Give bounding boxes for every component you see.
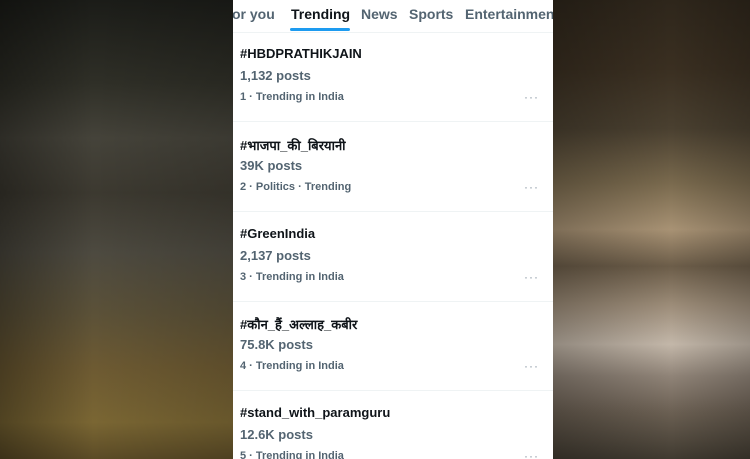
trend-post-count: 39K posts	[240, 158, 303, 173]
trend-post-count: 75.8K posts	[240, 337, 313, 352]
more-horizontal-icon[interactable]: ···	[524, 90, 539, 104]
trend-post-count: 1,132 posts	[240, 68, 311, 83]
trend-meta: 2 · Politics · Trending	[240, 181, 352, 193]
trend-meta: 1 · Trending in India	[240, 91, 344, 103]
trend-name: #GreenIndia	[240, 226, 316, 241]
trend-item[interactable]: #HBDPRATHIKJAIN 1,132 posts 1 · Trending…	[233, 32, 553, 122]
trend-meta: 4 · Trending in India	[240, 360, 344, 372]
trend-item[interactable]: #GreenIndia 2,137 posts 3 · Trending in …	[233, 212, 553, 302]
trend-item[interactable]: #stand_with_paramguru 12.6K posts 5 · Tr…	[233, 391, 553, 459]
explore-tabs: or you Trending News Sports Entertainmen…	[233, 0, 553, 33]
blurred-background-right	[553, 0, 750, 459]
trend-meta: 3 · Trending in India	[240, 271, 344, 283]
trend-name: #कौन_हैं_अल्लाह_कबीर	[240, 317, 358, 332]
tab-news[interactable]: News	[361, 6, 398, 22]
more-horizontal-icon[interactable]: ···	[524, 449, 539, 459]
trend-item[interactable]: #भाजपा_की_बिरयानी 39K posts 2 · Politics…	[233, 122, 553, 212]
tab-for-you[interactable]: or you	[233, 6, 275, 22]
more-horizontal-icon[interactable]: ···	[524, 270, 539, 284]
trend-meta: 5 · Trending in India	[240, 450, 344, 459]
more-horizontal-icon[interactable]: ···	[524, 359, 539, 373]
trend-item[interactable]: #कौन_हैं_अल्लाह_कबीर 75.8K posts 4 · Tre…	[233, 301, 553, 391]
blurred-background-left	[0, 0, 233, 459]
more-horizontal-icon[interactable]: ···	[524, 180, 539, 194]
tab-entertainment[interactable]: Entertainment	[465, 6, 553, 22]
explore-panel: or you Trending News Sports Entertainmen…	[233, 0, 553, 459]
tab-trending[interactable]: Trending	[291, 6, 350, 22]
trend-post-count: 2,137 posts	[240, 248, 311, 263]
tab-sports[interactable]: Sports	[409, 6, 453, 22]
trend-name: #stand_with_paramguru	[240, 405, 391, 420]
trend-name: #भाजपा_की_बिरयानी	[240, 138, 346, 153]
active-tab-indicator	[290, 28, 350, 31]
trend-name: #HBDPRATHIKJAIN	[240, 46, 362, 61]
trend-post-count: 12.6K posts	[240, 427, 313, 442]
